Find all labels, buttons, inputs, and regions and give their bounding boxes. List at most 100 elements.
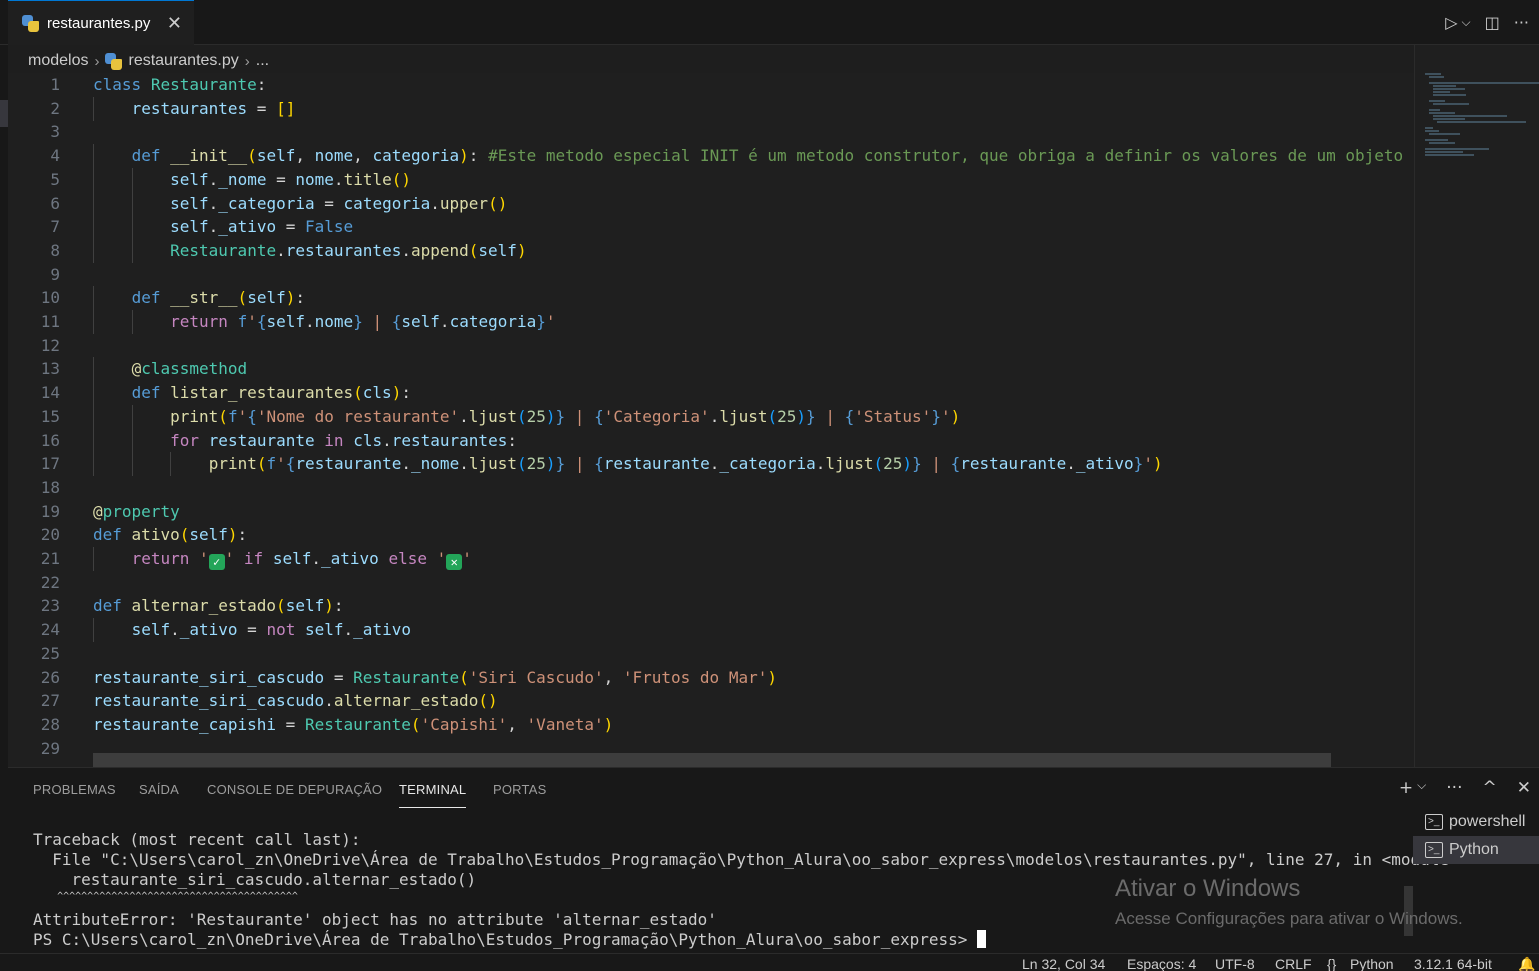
code-text: class Restaurante: bbox=[93, 75, 267, 94]
status-eol[interactable]: CRLF bbox=[1275, 956, 1312, 971]
code-line: 17 print(f'{restaurante._nome.ljust(25)}… bbox=[8, 452, 1414, 477]
terminal-prompt[interactable]: PS C:\Users\carol_zn\OneDrive\Área de Tr… bbox=[33, 930, 987, 950]
tab-output[interactable]: SAÍDA bbox=[139, 782, 179, 797]
minimap-line bbox=[1425, 130, 1439, 132]
breadcrumb-symbols[interactable]: ... bbox=[256, 52, 269, 70]
code-line: 7 self._ativo = False bbox=[8, 215, 1414, 240]
line-number: 23 bbox=[40, 596, 60, 616]
editor-actions: ▷ ⌵ ◫ ··· bbox=[1445, 0, 1539, 45]
minimap-line bbox=[1429, 142, 1455, 144]
status-encoding[interactable]: UTF-8 bbox=[1215, 956, 1255, 971]
terminal-item-python[interactable]: >_ Python bbox=[1413, 836, 1539, 864]
line-number: 18 bbox=[40, 477, 60, 497]
code-text: def alternar_estado(self): bbox=[93, 596, 344, 616]
chevron-down-icon[interactable]: ⌵ bbox=[1417, 778, 1426, 798]
code-text: return f'{self.nome} | {self.categoria}' bbox=[170, 312, 556, 331]
close-panel-icon[interactable]: ✕ bbox=[1517, 778, 1531, 798]
status-cursor-position[interactable]: Ln 32, Col 34 bbox=[1022, 956, 1105, 971]
code-editor[interactable]: 1 class Restaurante: 2 restaurantes = [] 3 4… bbox=[8, 73, 1414, 767]
split-editor-icon[interactable]: ◫ bbox=[1485, 13, 1500, 32]
line-number: 27 bbox=[40, 691, 60, 711]
line-number: 29 bbox=[40, 738, 60, 758]
more-actions-icon[interactable]: ··· bbox=[1514, 13, 1529, 32]
line-number: 15 bbox=[40, 406, 60, 426]
tab-debug-console[interactable]: CONSOLE DE DEPURAÇÃO bbox=[207, 782, 382, 797]
run-icon[interactable]: ▷ bbox=[1445, 13, 1457, 32]
add-terminal-icon[interactable]: + bbox=[1399, 778, 1413, 798]
emoji-check-icon: ✓ bbox=[208, 554, 225, 570]
code-text: def __init__(self, nome, categoria): #Es… bbox=[131, 146, 1414, 166]
line-number: 4 bbox=[50, 146, 60, 166]
line-number: 28 bbox=[40, 714, 60, 734]
panel-actions: + ⌵ ··· ^ ✕ bbox=[1399, 778, 1531, 798]
more-actions-icon[interactable]: ··· bbox=[1446, 778, 1462, 798]
line-number: 20 bbox=[40, 525, 60, 545]
code-text: def ativo(self): bbox=[93, 525, 248, 545]
minimap[interactable] bbox=[1414, 45, 1539, 767]
minimap-line bbox=[1433, 115, 1507, 117]
minimap-line bbox=[1425, 139, 1448, 141]
maximize-panel-icon[interactable]: ^ bbox=[1483, 778, 1497, 798]
minimap-line bbox=[1437, 121, 1526, 123]
code-line: 12 bbox=[8, 334, 1414, 358]
code-line: 2 restaurantes = [] bbox=[8, 96, 1414, 121]
code-text: @classmethod bbox=[131, 359, 248, 379]
line-number: 10 bbox=[40, 288, 60, 308]
breadcrumb-folder[interactable]: modelos bbox=[28, 52, 88, 70]
code-line: 14 def listar_restaurantes(cls): bbox=[8, 381, 1414, 406]
line-number: 26 bbox=[40, 667, 60, 687]
status-bar: Ln 32, Col 34 Espaços: 4 UTF-8 CRLF {} P… bbox=[0, 953, 1539, 971]
notifications-icon[interactable]: 🔔 bbox=[1518, 956, 1535, 971]
code-line: 3 bbox=[8, 120, 1414, 144]
activity-strip bbox=[0, 0, 8, 971]
tab-ports[interactable]: PORTAS bbox=[493, 782, 546, 797]
status-indentation[interactable]: Espaços: 4 bbox=[1127, 956, 1196, 971]
horizontal-scrollbar[interactable] bbox=[93, 753, 1331, 767]
code-line: 5 self._nome = nome.title() bbox=[8, 167, 1414, 192]
minimap-line bbox=[1429, 112, 1455, 114]
line-number: 14 bbox=[40, 383, 60, 403]
terminal-icon: >_ bbox=[1425, 814, 1443, 830]
code-line: 16 for restaurante in cls.restaurantes: bbox=[8, 428, 1414, 453]
code-line: 9 bbox=[8, 263, 1414, 287]
terminal-item-powershell[interactable]: >_ powershell bbox=[1413, 808, 1539, 836]
terminal-line: File "C:\Users\carol_zn\OneDrive\Área de… bbox=[33, 850, 1459, 869]
code-text: restaurante_siri_cascudo.alternar_estado… bbox=[93, 691, 498, 711]
code-text: print(f'{restaurante._nome.ljust(25)} | … bbox=[208, 454, 1163, 474]
minimap-line bbox=[1425, 127, 1433, 129]
tab-restaurantes-py[interactable]: restaurantes.py ✕ bbox=[8, 0, 194, 45]
code-line: 23 def alternar_estado(self): bbox=[8, 594, 1414, 618]
tab-terminal[interactable]: TERMINAL bbox=[399, 782, 467, 808]
terminal-line: ^^^^^^^^^^^^^^^^^^^^^^^^^^^^^^^^^^^^^^^^ bbox=[33, 891, 298, 902]
terminal-item-label: powershell bbox=[1449, 813, 1526, 830]
terminal-list: >_ powershell >_ Python bbox=[1413, 808, 1539, 864]
terminal-line: restaurante_siri_cascudo.alternar_estado… bbox=[33, 870, 477, 889]
status-interpreter[interactable]: 3.12.1 64-bit bbox=[1414, 956, 1492, 971]
close-icon[interactable]: ✕ bbox=[167, 13, 182, 34]
code-line: 26 restaurante_siri_cascudo = Restaurante… bbox=[8, 666, 1414, 690]
chevron-down-icon[interactable]: ⌵ bbox=[1462, 15, 1471, 30]
python-file-icon bbox=[105, 52, 123, 70]
code-line: 13 @classmethod bbox=[8, 357, 1414, 382]
code-text: self._ativo = not self._ativo bbox=[131, 620, 411, 640]
line-number: 6 bbox=[50, 193, 60, 213]
line-number: 1 bbox=[50, 75, 60, 94]
minimap-line bbox=[1425, 73, 1441, 75]
line-number: 16 bbox=[40, 430, 60, 450]
code-line: 11 return f'{self.nome} | {self.categori… bbox=[8, 310, 1414, 334]
breadcrumb-file[interactable]: restaurantes.py bbox=[128, 52, 238, 70]
activity-marker bbox=[0, 100, 8, 127]
line-number: 2 bbox=[50, 98, 60, 118]
windows-activation-subtitle: Acesse Configurações para ativar o Windo… bbox=[1115, 909, 1463, 928]
code-line: 24 self._ativo = not self._ativo bbox=[8, 618, 1414, 643]
status-language[interactable]: Python bbox=[1350, 956, 1394, 971]
line-number: 5 bbox=[50, 169, 60, 189]
code-line: 22 bbox=[8, 571, 1414, 595]
terminal-icon: >_ bbox=[1425, 842, 1443, 858]
code-line: 28 restaurante_capishi = Restaurante('Cap… bbox=[8, 713, 1414, 737]
code-text: self._ativo = False bbox=[170, 217, 354, 237]
code-text: restaurantes = [] bbox=[131, 98, 296, 118]
tab-problems[interactable]: PROBLEMAS bbox=[33, 782, 116, 797]
line-number: 12 bbox=[40, 335, 60, 355]
emoji-check-icon: ✕ bbox=[446, 554, 463, 570]
